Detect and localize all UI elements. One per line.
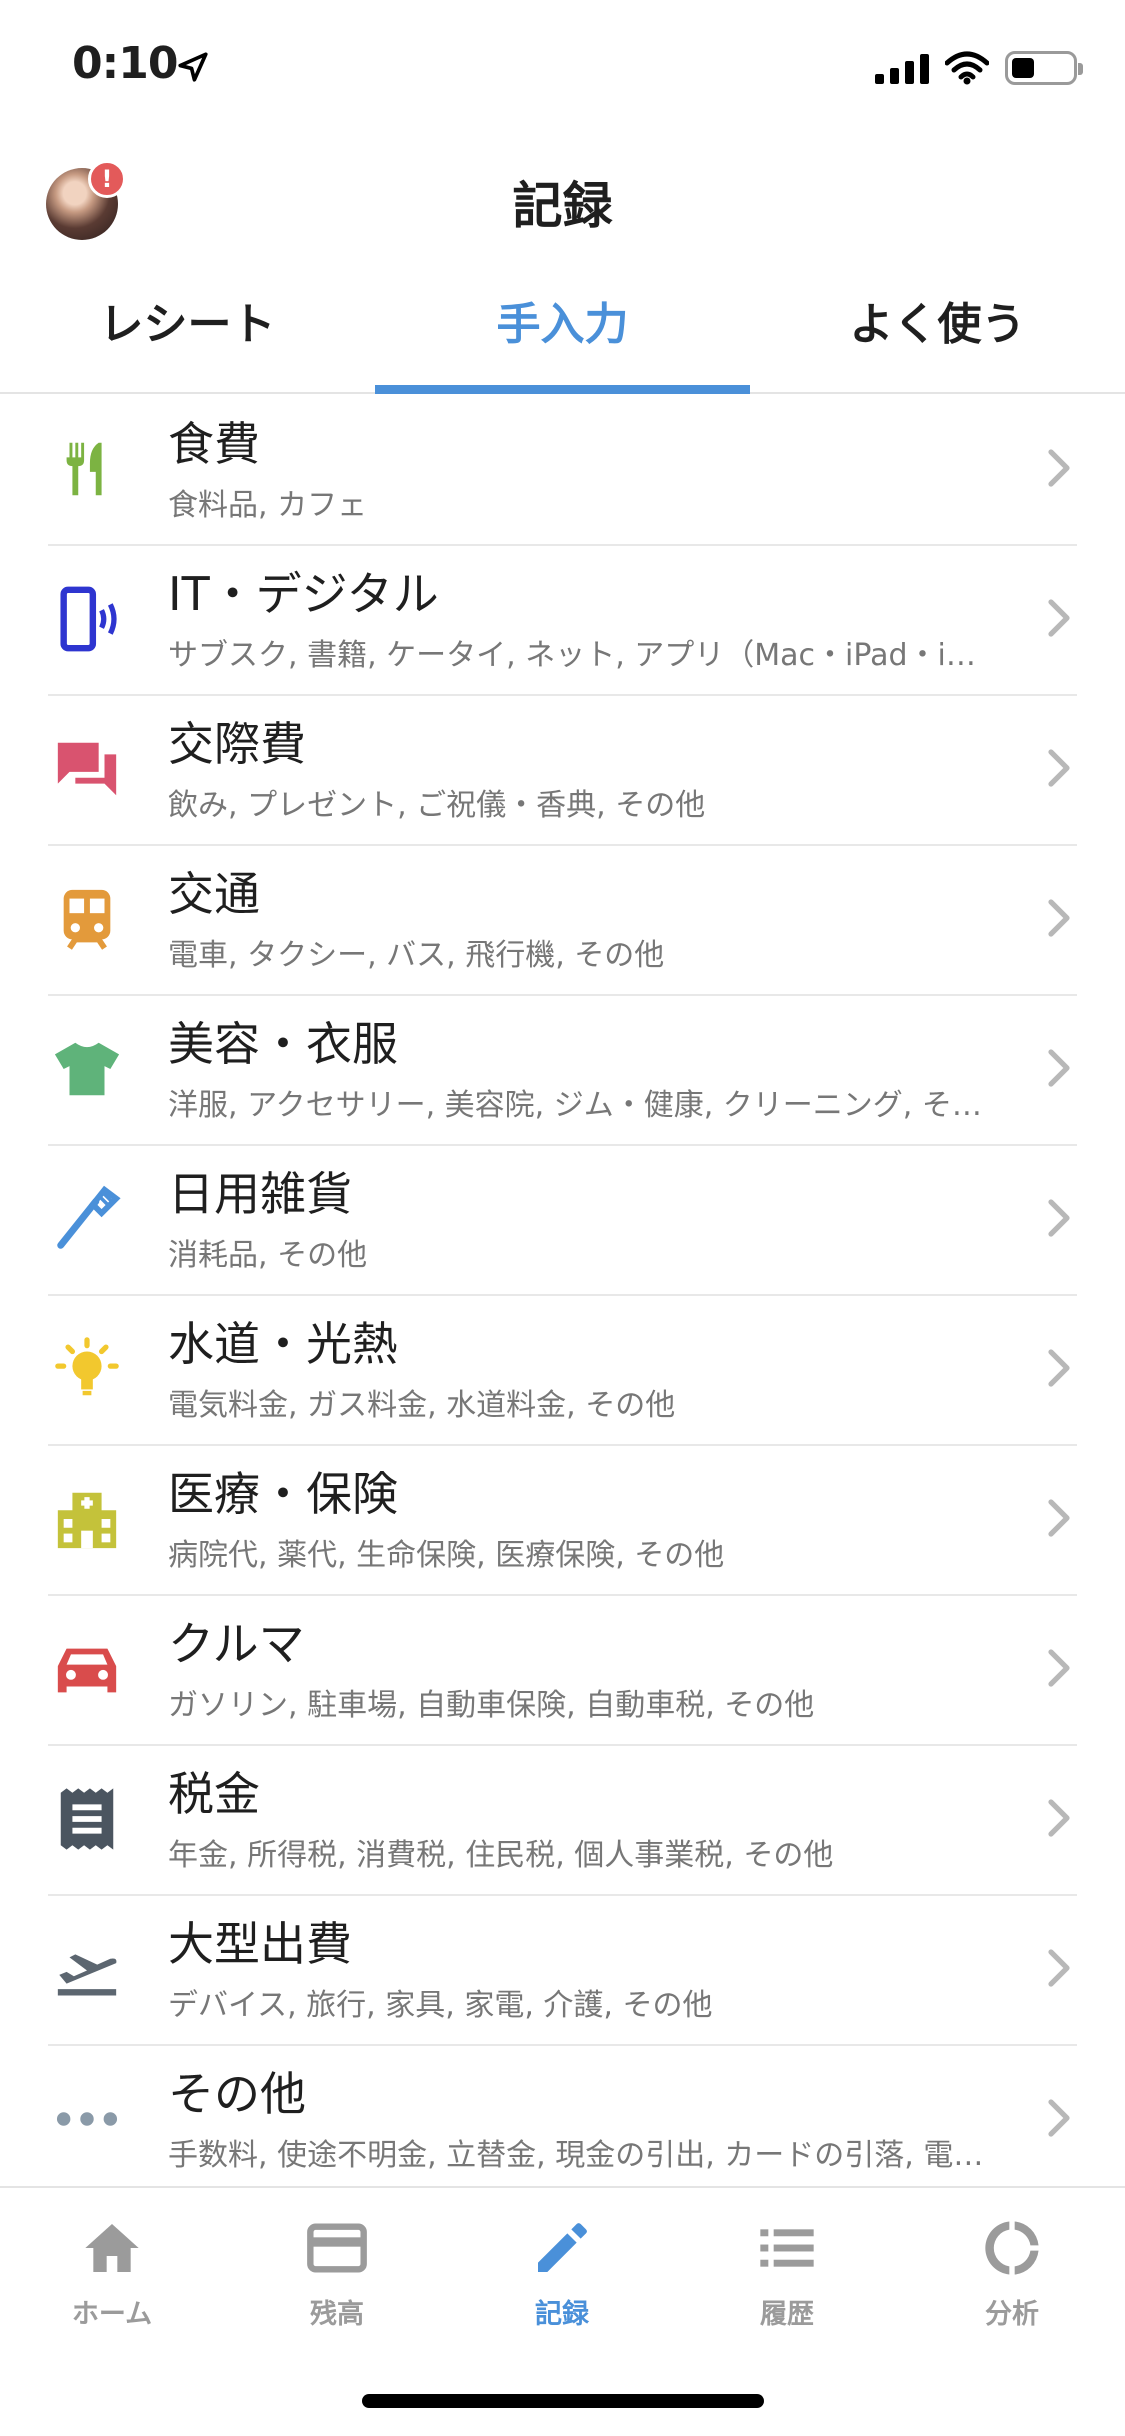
category-row-tax[interactable]: 税金 年金, 所得税, 消費税, 住民税, 個人事業税, その他 [48, 1746, 1077, 1896]
category-title: 税金 [168, 1767, 260, 1821]
battery-icon [1005, 51, 1083, 85]
tab-receipt[interactable]: レシート [0, 270, 375, 392]
nav-label: 分析 [985, 2299, 1039, 2330]
category-subtitle: 電車, タクシー, バス, 飛行機, その他 [168, 938, 665, 973]
category-row-car[interactable]: クルマ ガソリン, 駐車場, 自動車保険, 自動車税, その他 [48, 1596, 1077, 1746]
location-arrow-icon [178, 52, 208, 82]
category-row-it-digital[interactable]: IT・デジタル サブスク, 書籍, ケータイ, ネット, アプリ（Mac・iPa… [48, 546, 1077, 696]
nav-home[interactable]: ホーム [37, 2216, 187, 2331]
category-row-transport[interactable]: 交通 電車, タクシー, バス, 飛行機, その他 [48, 846, 1077, 996]
nav-label: 記録 [535, 2299, 589, 2330]
category-title: 交通 [168, 867, 260, 921]
chevron-right-icon [1048, 2099, 1070, 2137]
smartphone-icon [60, 586, 117, 652]
status-time: 0:10 [72, 38, 178, 89]
category-subtitle: 年金, 所得税, 消費税, 住民税, 個人事業税, その他 [168, 1838, 834, 1873]
category-row-beauty-clothing[interactable]: 美容・衣服 洋服, アクセサリー, 美容院, ジム・健康, クリーニング, そ… [48, 996, 1077, 1146]
nav-record[interactable]: 記録 [487, 2216, 637, 2331]
receipt-icon [60, 1788, 114, 1850]
chevron-right-icon [1048, 599, 1070, 637]
category-title: 交際費 [168, 717, 306, 771]
chevron-right-icon [1048, 449, 1070, 487]
category-row-food[interactable]: 食費 食料品, カフェ [48, 396, 1077, 546]
page-title: 記録 [512, 177, 613, 235]
category-subtitle: サブスク, 書籍, ケータイ, ネット, アプリ（Mac・iPad・i… [168, 638, 976, 673]
category-subtitle: 洋服, アクセサリー, 美容院, ジム・健康, クリーニング, そ… [168, 1088, 982, 1123]
tshirt-icon [54, 1042, 120, 1096]
list-icon [760, 2229, 814, 2267]
chevron-right-icon [1048, 1649, 1070, 1687]
nav-label: 履歴 [760, 2299, 814, 2330]
toothbrush-icon [57, 1185, 121, 1249]
category-title: 水道・光熱 [168, 1317, 398, 1371]
nav-history[interactable]: 履歴 [712, 2216, 862, 2331]
tab-bar: レシート 手入力 よく使う [0, 270, 1125, 394]
hospital-icon [57, 1492, 117, 1549]
category-title: 食費 [168, 417, 260, 471]
tab-manual-input[interactable]: 手入力 [375, 270, 750, 394]
category-subtitle: デバイス, 旅行, 家具, 家電, 介護, その他 [168, 1988, 713, 2023]
category-subtitle: 手数料, 使途不明金, 立替金, 現金の引出, カードの引落, 電… [168, 2138, 984, 2173]
category-list: 食費 食料品, カフェ IT・デジタル サブスク, 書籍, ケータイ, ネット,… [0, 396, 1125, 2196]
nav-label: ホーム [71, 2299, 153, 2330]
category-subtitle: ガソリン, 駐車場, 自動車保険, 自動車税, その他 [168, 1688, 815, 1723]
pencil-icon [538, 2223, 587, 2272]
category-row-utilities[interactable]: 水道・光熱 電気料金, ガス料金, 水道料金, その他 [48, 1296, 1077, 1446]
more-dots-icon [56, 2112, 118, 2126]
chevron-right-icon [1048, 1349, 1070, 1387]
nav-label: 残高 [310, 2299, 364, 2330]
home-icon [85, 2224, 139, 2272]
nav-analysis[interactable]: 分析 [937, 2216, 1087, 2331]
category-subtitle: 電気料金, ガス料金, 水道料金, その他 [168, 1388, 676, 1423]
category-row-medical-insurance[interactable]: 医療・保険 病院代, 薬代, 生命保険, 医療保険, その他 [48, 1446, 1077, 1596]
category-title: 美容・衣服 [168, 1017, 398, 1071]
chevron-right-icon [1048, 1499, 1070, 1537]
chevron-right-icon [1048, 1199, 1070, 1237]
nav-balance[interactable]: 残高 [262, 2216, 412, 2331]
lightbulb-icon [55, 1337, 119, 1396]
status-indicators [875, 48, 1083, 88]
category-title: 大型出費 [168, 1917, 352, 1971]
status-bar: 0:10 [0, 0, 1125, 132]
card-icon [307, 2223, 367, 2273]
wifi-icon [945, 51, 989, 85]
chevron-right-icon [1048, 1049, 1070, 1087]
chevron-right-icon [1048, 1949, 1070, 1987]
category-subtitle: 食料品, カフェ [168, 488, 368, 523]
airplane-takeoff-icon [57, 1954, 117, 1996]
category-subtitle: 病院代, 薬代, 生命保険, 医療保険, その他 [168, 1538, 725, 1573]
category-row-social[interactable]: 交際費 飲み, プレゼント, ご祝儀・香典, その他 [48, 696, 1077, 846]
cellular-signal-icon [875, 52, 929, 84]
category-row-other[interactable]: その他 手数料, 使途不明金, 立替金, 現金の引出, カードの引落, 電… [48, 2046, 1077, 2196]
category-title: クルマ [168, 1617, 305, 1671]
category-title: 日用雑貨 [168, 1167, 352, 1221]
chat-bubbles-icon [57, 742, 117, 796]
car-icon [57, 1648, 117, 1693]
chevron-right-icon [1048, 899, 1070, 937]
chevron-right-icon [1048, 1799, 1070, 1837]
train-icon [63, 889, 111, 950]
chevron-right-icon [1048, 749, 1070, 787]
category-title: IT・デジタル [168, 567, 439, 621]
category-title: その他 [168, 2067, 306, 2121]
donut-chart-icon [985, 2221, 1039, 2275]
category-subtitle: 飲み, プレゼント, ご祝儀・香典, その他 [168, 788, 706, 823]
category-title: 医療・保険 [168, 1467, 398, 1521]
category-subtitle: 消耗品, その他 [168, 1238, 368, 1273]
category-row-large-expense[interactable]: 大型出費 デバイス, 旅行, 家具, 家電, 介護, その他 [48, 1896, 1077, 2046]
fork-knife-icon [66, 442, 102, 496]
home-indicator [362, 2394, 764, 2408]
category-row-daily-goods[interactable]: 日用雑貨 消耗品, その他 [48, 1146, 1077, 1296]
tab-frequently-used[interactable]: よく使う [750, 270, 1125, 392]
header: ! 記録 [0, 150, 1125, 250]
